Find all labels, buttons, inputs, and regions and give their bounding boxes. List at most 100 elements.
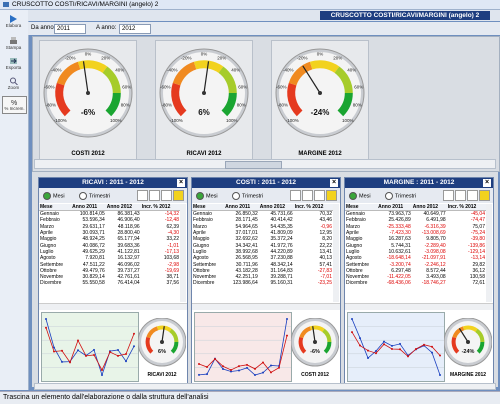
close-icon[interactable]: ×	[177, 179, 185, 187]
panel-toolbar: Mesi Trimestri	[345, 188, 493, 203]
warning-icon[interactable]	[326, 190, 337, 201]
series-2011-point	[45, 318, 47, 320]
table-row[interactable]: Gennaio 26.850,32 45.731,66 70,32	[192, 211, 333, 218]
scroll-thumb[interactable]	[225, 161, 282, 169]
panel-margine: MARGINE : 2011 - 2012 × Mesi Trimestri Me…	[344, 177, 494, 384]
gauge-costi: -100% -80% -60% -40% -20% 0% 20% 40% 60% 80% 100% -…	[43, 48, 133, 138]
table-cell: -14,32	[164, 211, 179, 218]
radio-trimestri[interactable]: Trimestri	[79, 192, 110, 200]
gauge-2-tick-label: 60%	[354, 84, 363, 89]
table-row[interactable]: Dicembre 55.550,58 76.414,04 37,56	[39, 280, 180, 286]
series-2011-point	[125, 360, 127, 363]
gauge-0-value: -6%	[81, 108, 95, 117]
gauge-0-tick-label: 20%	[101, 56, 110, 61]
series-2012-point	[439, 354, 441, 357]
radio-mesi[interactable]: Mesi	[196, 192, 218, 200]
radio-mesi[interactable]: Mesi	[349, 192, 371, 200]
series-2011-point	[77, 349, 79, 352]
gauge-title-ricavi: RICAVI 2012	[186, 151, 222, 157]
export-icon[interactable]	[161, 190, 172, 201]
gauge-1-tick-label: 60%	[238, 84, 247, 89]
table-cell: 55.550,58	[82, 280, 105, 287]
gauge-panel-margine: -100% -80% -60% -40% -20% 0% 20% 40% 60% 80% 100% -…	[271, 40, 369, 161]
gauge-0-tick-label: -100%	[54, 118, 67, 123]
radio-trimestri[interactable]: Trimestri	[232, 192, 263, 200]
gauge-1-tick-label: 100%	[226, 118, 238, 123]
series-2012-point	[69, 361, 71, 364]
gauge-2-tick-label: 100%	[342, 118, 354, 123]
warning-icon[interactable]	[479, 190, 490, 201]
export-icon[interactable]	[467, 190, 478, 201]
table-hscrollbar[interactable]	[345, 303, 493, 310]
table-hscrollbar[interactable]	[192, 303, 340, 310]
window-titlebar: CRUSCOTTO COSTI/RICAVI/MARGINI (angelo) …	[0, 0, 500, 10]
series-2012-point	[407, 355, 409, 358]
series-2012-point	[206, 366, 208, 369]
gauge-2-tick-label: -80%	[277, 103, 288, 108]
refresh-icon[interactable]	[455, 190, 466, 201]
to-year-input[interactable]: 2012	[119, 24, 151, 34]
series-2012-point	[222, 365, 224, 368]
series-2012-point	[399, 348, 401, 351]
status-bar: Trascina un elemento dall'elaborazione o…	[0, 391, 500, 404]
gauge-1-tick-label: 0%	[201, 51, 208, 56]
chart-icon[interactable]	[290, 190, 301, 201]
refresh-icon[interactable]	[302, 190, 313, 201]
gauge-2-tick-label: -40%	[283, 67, 294, 72]
table-row[interactable]: Gennaio 73.963,73 40.649,77 -45,04	[345, 211, 486, 218]
series-2011-point	[431, 351, 433, 354]
close-icon[interactable]: ×	[330, 179, 338, 187]
gauge-1-tick-label: -100%	[170, 118, 183, 123]
series-2012-point	[61, 349, 63, 352]
radio-mesi-label: Mesi	[359, 193, 371, 200]
table-row[interactable]: Dicembre 123.986,64 95.160,31 -23,25	[192, 280, 333, 286]
export-icon[interactable]	[314, 190, 325, 201]
detail-hscrollbar[interactable]	[34, 383, 496, 390]
refresh-icon[interactable]	[149, 190, 160, 201]
series-2012-point	[93, 353, 95, 356]
table-vscrollbar[interactable]	[180, 204, 186, 302]
table-cell: Dicembre	[346, 280, 368, 287]
table-cell: Gennaio	[40, 211, 59, 218]
gauge-2-tick-label: -100%	[286, 118, 299, 123]
table-vscrollbar[interactable]	[486, 204, 492, 302]
series-2012-point	[109, 350, 111, 353]
from-year-input[interactable]: 2011	[54, 24, 86, 34]
gauge-1-hub	[202, 91, 206, 95]
gauge-0-tick-label: 60%	[122, 84, 131, 89]
export-icon	[10, 58, 17, 64]
warning-icon[interactable]	[173, 190, 184, 201]
table-cell: 73.963,73	[388, 211, 411, 218]
chart-icon[interactable]	[137, 190, 148, 201]
series-2011-point	[246, 366, 248, 369]
series-2012-point	[214, 357, 216, 360]
gauge-2-tick-label: 80%	[353, 103, 362, 108]
esporta-button[interactable]: Esporta	[2, 56, 25, 72]
table-vscrollbar[interactable]	[333, 204, 339, 302]
radio-mesi[interactable]: Mesi	[43, 192, 65, 200]
stampa-label: Stampa	[5, 45, 22, 50]
mini-gauge-svg: -24%	[443, 317, 493, 367]
gauge-0-tick-label: -80%	[45, 103, 56, 108]
print-icon	[10, 37, 17, 44]
gauge-hscrollbar[interactable]	[34, 159, 496, 169]
app-icon	[3, 2, 9, 7]
table-row[interactable]: Gennaio 100.814,05 86.381,43 -14,32	[39, 211, 180, 218]
mini-gauge-title: RICAVI 2012	[147, 372, 177, 378]
table-row[interactable]: Dicembre -68.436,06 -18.746,27 72,61	[345, 280, 486, 286]
elabora-button[interactable]: Elabora	[2, 14, 25, 30]
chart-icon[interactable]	[443, 190, 454, 201]
close-icon[interactable]: ×	[483, 179, 491, 187]
panel-title-text: MARGINE : 2011 - 2012	[383, 179, 455, 186]
series-2011-point	[117, 348, 119, 351]
zoom-button[interactable]: Zoom	[2, 76, 25, 92]
radio-trimestri[interactable]: Trimestri	[385, 192, 416, 200]
radio-on-icon	[196, 192, 204, 200]
increm-button[interactable]: % % Increm.	[2, 96, 27, 114]
radio-off-icon	[232, 192, 240, 200]
stampa-button[interactable]: Stampa	[2, 36, 25, 52]
series-2011-point	[61, 360, 63, 363]
table-hscrollbar[interactable]	[39, 303, 187, 310]
series-2011-point	[367, 357, 369, 360]
gauge-2-hub	[318, 91, 322, 95]
